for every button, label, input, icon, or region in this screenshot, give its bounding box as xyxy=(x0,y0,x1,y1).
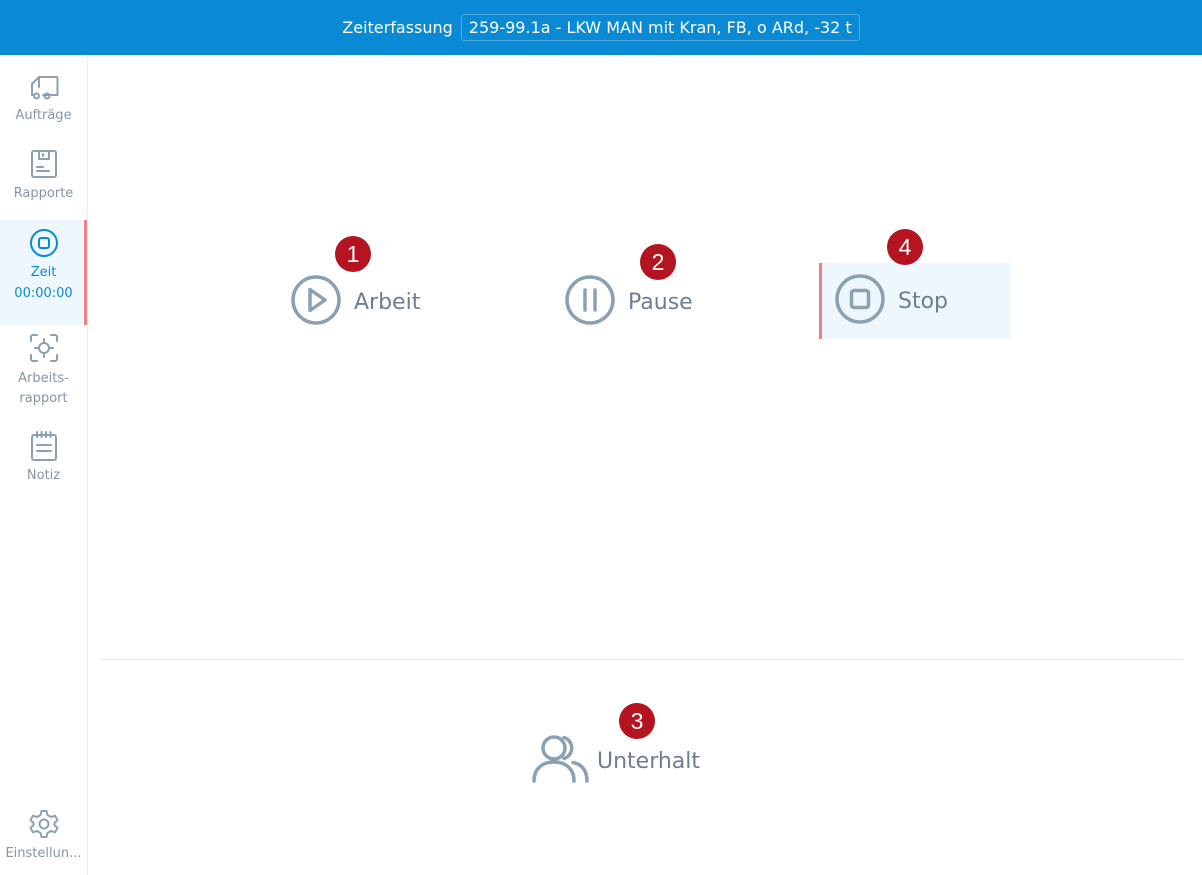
sidebar-item-zeit[interactable]: Zeit 00:00:00 xyxy=(0,220,87,325)
truck-icon xyxy=(27,69,61,103)
report-icon xyxy=(27,147,61,181)
main-content: Arbeit 1 Pause 2 Stop 4 Unterhalt 3 xyxy=(88,55,1202,875)
stop-circle-icon xyxy=(834,273,886,329)
sidebar-item-rapporte[interactable]: Rapporte xyxy=(0,147,87,217)
sidebar-item-arbeitsrapport[interactable]: Arbeits- rapport xyxy=(0,331,87,421)
sidebar-item-label: Aufträge xyxy=(15,108,72,123)
pause-circle-icon xyxy=(564,274,616,330)
callout-badge: 3 xyxy=(619,703,655,739)
timer-display: 00:00:00 xyxy=(14,286,73,301)
stop-circle-icon xyxy=(27,226,61,260)
callout-badge: 1 xyxy=(335,236,371,272)
pause-button[interactable]: Pause xyxy=(564,275,693,329)
callout-badge: 4 xyxy=(887,229,923,265)
users-icon xyxy=(531,731,593,791)
sidebar-item-label: Einstellun... xyxy=(5,846,82,861)
stop-label: Stop xyxy=(898,288,949,314)
sidebar-item-auftraege[interactable]: Aufträge xyxy=(0,69,87,139)
notepad-icon xyxy=(27,429,61,463)
top-bar: Zeiterfassung 259-99.1a - LKW MAN mit Kr… xyxy=(0,0,1202,55)
stop-button[interactable]: Stop xyxy=(819,263,1011,339)
sidebar-item-label: Arbeits- rapport xyxy=(18,371,69,406)
sidebar-item-label: Notiz xyxy=(26,468,61,483)
focus-icon xyxy=(27,331,61,365)
play-circle-icon xyxy=(290,274,342,330)
callout-badge: 2 xyxy=(640,244,676,280)
sidebar: Aufträge Rapporte Zeit 00:00:00 Arbeits-… xyxy=(0,55,88,875)
sidebar-item-notiz[interactable]: Notiz xyxy=(0,429,87,499)
sidebar-item-label: Zeit xyxy=(30,265,57,280)
sidebar-item-settings[interactable]: Einstellun... xyxy=(0,807,87,875)
divider xyxy=(100,659,1182,660)
vehicle-selector[interactable]: 259-99.1a - LKW MAN mit Kran, FB, o ARd,… xyxy=(460,14,860,41)
work-label: Arbeit xyxy=(354,289,421,315)
maintenance-label: Unterhalt xyxy=(597,748,701,774)
work-button[interactable]: Arbeit xyxy=(290,275,420,329)
gear-icon xyxy=(27,807,61,841)
page-title: Zeiterfassung xyxy=(342,18,453,37)
sidebar-item-label: Rapporte xyxy=(13,186,74,201)
maintenance-button[interactable]: Unterhalt xyxy=(531,733,700,789)
pause-label: Pause xyxy=(628,289,693,315)
